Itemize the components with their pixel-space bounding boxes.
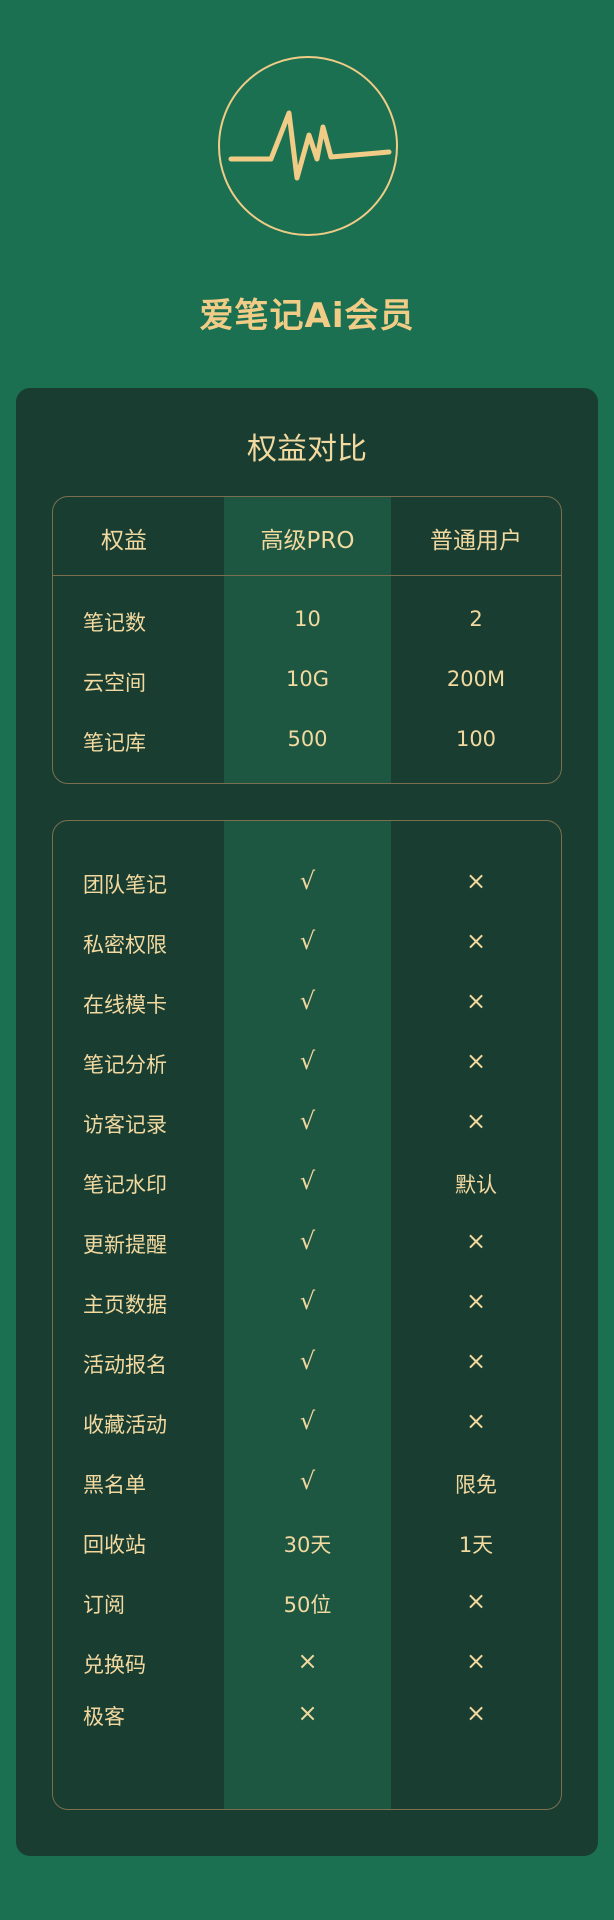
feature-row-basic-value: ×	[465, 1047, 487, 1075]
feature-row-basic-value: ×	[465, 867, 487, 895]
feature-row-basic-value: ×	[465, 987, 487, 1015]
feature-row-pro-value: √	[299, 927, 316, 955]
feature-row-pro-value: √	[299, 1467, 316, 1495]
feature-row-name: 极客	[83, 1705, 125, 1729]
feature-row-pro-value: 30天	[283, 1533, 332, 1557]
quota-row-name: 云空间	[83, 671, 146, 695]
feature-row-name: 笔记分析	[83, 1053, 167, 1077]
feature-row-basic-value: ×	[465, 1227, 487, 1255]
feature-row-name: 收藏活动	[83, 1413, 167, 1437]
feature-row-pro-value: √	[299, 867, 316, 895]
feature-row-basic-value: ×	[465, 1107, 487, 1135]
feature-row-name: 笔记水印	[83, 1173, 167, 1197]
app-title: 爱笔记Ai会员	[199, 296, 415, 336]
membership-page: 爱笔记Ai会员 权益对比 权益 高级PRO 普通用户 笔记数 10 2 云空间 10G 2…	[0, 0, 614, 1920]
feature-row-name: 私密权限	[83, 933, 167, 957]
feature-table: 团队笔记 √ × 私密权限 √ × 在线模卡 √ × 笔记分析 √ × 访客记录 √ × 笔记水印 √ 默认更新提…	[52, 820, 562, 1810]
quota-row-basic-value: 200M	[446, 667, 506, 691]
feature-row-pro-value: √	[299, 1287, 316, 1315]
quota-row-pro-value: 10G	[286, 667, 329, 691]
feature-row-basic-value: ×	[465, 1699, 487, 1727]
feature-row-pro-value: √	[299, 1107, 316, 1135]
feature-row-pro-value: √	[299, 1347, 316, 1375]
feature-row-name: 订阅	[83, 1593, 125, 1617]
quota-row-name: 笔记数	[83, 611, 146, 635]
header-basic: 普通用户	[430, 528, 522, 554]
quota-row-pro-value: 10	[294, 607, 321, 631]
feature-row-name: 主页数据	[83, 1293, 167, 1317]
feature-row-pro-value: 50位	[283, 1593, 332, 1617]
feature-row-name: 回收站	[83, 1533, 146, 1557]
feature-row-pro-value: ×	[297, 1647, 318, 1675]
feature-row-name: 兑换码	[83, 1653, 146, 1677]
feature-row-pro-value: √	[299, 987, 316, 1015]
feature-row-name: 团队笔记	[83, 873, 167, 897]
feature-row-pro-value: √	[299, 1047, 316, 1075]
feature-row-basic-value: ×	[465, 1587, 487, 1615]
feature-row-name: 更新提醒	[83, 1233, 167, 1257]
feature-row-basic-value: ×	[465, 1647, 487, 1675]
feature-row-basic-value: ×	[465, 927, 487, 955]
comparison-title: 权益对比	[247, 432, 367, 467]
feature-row-basic-value: ×	[465, 1347, 487, 1375]
header-pro: 高级PRO	[260, 528, 355, 554]
feature-row-pro-value: √	[299, 1407, 316, 1435]
feature-row-name: 在线模卡	[83, 993, 167, 1017]
comparison-panel: 权益对比 权益 高级PRO 普通用户 笔记数 10 2 云空间 10G 200M 笔记库 50…	[16, 388, 598, 1856]
quota-row-basic-value: 2	[469, 607, 483, 631]
heartbeat-logo-icon	[218, 56, 398, 236]
feature-row-pro-value: ×	[297, 1699, 318, 1727]
feature-row-name: 活动报名	[83, 1353, 167, 1377]
quota-row-pro-value: 500	[287, 727, 328, 751]
feature-row-name: 访客记录	[83, 1113, 167, 1137]
feature-row-pro-value: √	[299, 1167, 316, 1195]
feature-row-pro-value: √	[299, 1227, 316, 1255]
quota-table: 权益 高级PRO 普通用户 笔记数 10 2 云空间 10G 200M 笔记库 500 100	[52, 496, 562, 784]
feature-row-basic-value: 默认	[455, 1173, 497, 1197]
header-benefit: 权益	[101, 528, 147, 554]
header-divider	[53, 575, 561, 576]
feature-row-basic-value: 限免	[455, 1473, 497, 1497]
feature-row-name: 黑名单	[83, 1473, 146, 1497]
feature-row-basic-value: 1天	[458, 1533, 494, 1557]
feature-row-basic-value: ×	[465, 1407, 487, 1435]
quota-row-name: 笔记库	[83, 731, 146, 755]
feature-row-basic-value: ×	[465, 1287, 487, 1315]
quota-row-basic-value: 100	[455, 727, 497, 751]
